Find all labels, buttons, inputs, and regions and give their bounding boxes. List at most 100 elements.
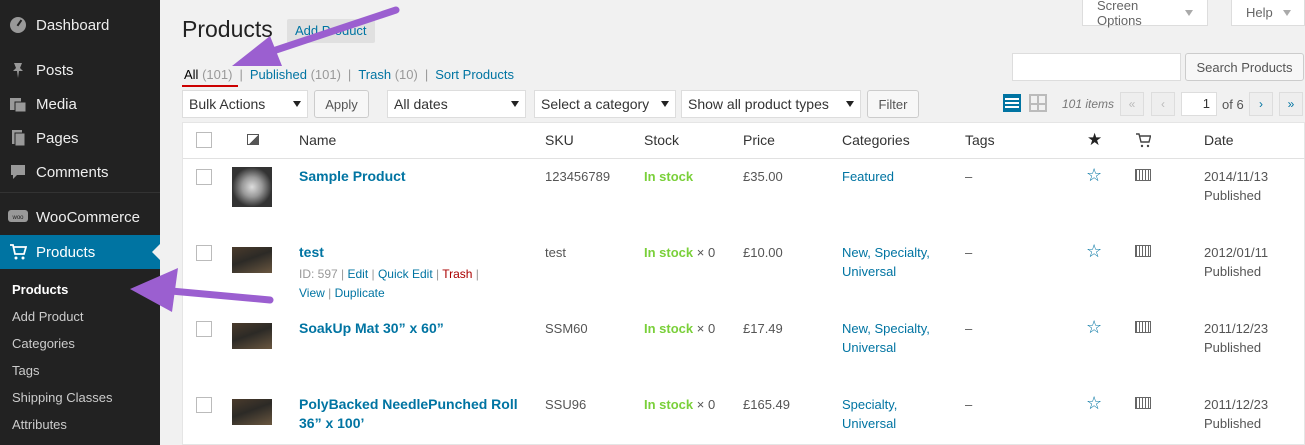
- featured-star-icon[interactable]: ☆: [1086, 317, 1102, 338]
- date-value: 2014/11/13: [1204, 169, 1269, 184]
- filter-published[interactable]: Published: [250, 67, 307, 82]
- date-value: 2011/12/23: [1204, 397, 1269, 412]
- menu-pages[interactable]: Pages: [0, 121, 160, 155]
- stock-status: In stock × 0: [644, 321, 716, 336]
- publish-status: Published: [1204, 340, 1262, 355]
- featured-star-icon[interactable]: ☆: [1086, 241, 1102, 262]
- filter-trash[interactable]: Trash: [358, 67, 391, 82]
- dashboard-icon: [0, 16, 36, 34]
- submenu-attributes[interactable]: Attributes: [12, 417, 67, 432]
- stock-status: In stock × 0: [644, 397, 716, 412]
- product-name-link[interactable]: SoakUp Mat 30” x 60”: [299, 319, 444, 338]
- submenu-shipping-classes[interactable]: Shipping Classes: [12, 390, 112, 405]
- product-name-link[interactable]: test: [299, 243, 324, 262]
- table-row: SoakUp Mat 30” x 60” SSM60 In stock × 0 …: [183, 311, 1305, 387]
- help-tab[interactable]: Help: [1231, 0, 1305, 26]
- product-thumbnail[interactable]: [232, 399, 272, 425]
- quick-edit-link[interactable]: Quick Edit: [378, 267, 433, 281]
- list-view-icon[interactable]: [1003, 94, 1021, 112]
- bulk-actions-select[interactable]: Bulk Actions: [182, 90, 308, 118]
- select-all-checkbox[interactable]: [196, 132, 212, 148]
- featured-star-icon[interactable]: ☆: [1086, 393, 1102, 414]
- screen-options-tab[interactable]: Screen Options: [1082, 0, 1208, 28]
- product-name-link[interactable]: Sample Product: [299, 167, 406, 186]
- column-price[interactable]: Price: [743, 132, 775, 148]
- product-thumbnail[interactable]: [232, 323, 272, 349]
- category-link[interactable]: New, Specialty,: [842, 243, 930, 262]
- status-filter-links: All (101) | Published (101) | Trash (10)…: [184, 67, 514, 82]
- category-link[interactable]: Specialty,: [842, 395, 897, 414]
- row-checkbox[interactable]: [196, 169, 212, 185]
- menu-comments[interactable]: Comments: [0, 155, 160, 189]
- filter-all[interactable]: All: [184, 67, 198, 82]
- admin-sidebar: Dashboard Posts Media Pages Comments woo…: [0, 0, 160, 445]
- submenu-categories[interactable]: Categories: [12, 336, 75, 351]
- category-select[interactable]: Select a category: [534, 90, 676, 118]
- menu-woocommerce[interactable]: woo WooCommerce: [0, 200, 160, 234]
- dates-select[interactable]: All dates: [387, 90, 526, 118]
- apply-button[interactable]: Apply: [314, 90, 369, 118]
- publish-status: Published: [1204, 416, 1262, 431]
- chevron-down-icon: [661, 101, 669, 107]
- category-link[interactable]: Universal: [842, 414, 896, 433]
- featured-column-star-icon[interactable]: ★: [1087, 130, 1102, 150]
- product-type-icon: [1135, 245, 1151, 257]
- cart-icon: [0, 243, 36, 261]
- column-date[interactable]: Date: [1204, 132, 1234, 148]
- excerpt-view-icon[interactable]: [1029, 94, 1047, 112]
- prev-page-button[interactable]: ‹: [1151, 92, 1175, 116]
- stock-status: In stock: [644, 169, 694, 184]
- product-type-select[interactable]: Show all product types: [681, 90, 861, 118]
- search-products-button[interactable]: Search Products: [1185, 53, 1304, 81]
- date-value: 2012/01/11: [1204, 245, 1269, 260]
- stock-status: In stock × 0: [644, 245, 716, 260]
- product-name-link[interactable]: PolyBacked NeedlePunched Roll: [299, 395, 518, 414]
- row-checkbox[interactable]: [196, 397, 212, 413]
- featured-star-icon[interactable]: ☆: [1086, 165, 1102, 186]
- category-link[interactable]: Universal: [842, 262, 896, 281]
- category-link[interactable]: Featured: [842, 167, 894, 186]
- submenu-tags[interactable]: Tags: [12, 363, 39, 378]
- menu-dashboard[interactable]: Dashboard: [0, 8, 160, 42]
- filter-button[interactable]: Filter: [867, 90, 919, 118]
- category-link[interactable]: New, Specialty,: [842, 319, 930, 338]
- chevron-down-icon: [293, 101, 301, 107]
- sku-value: SSU96: [545, 397, 587, 412]
- menu-posts[interactable]: Posts: [0, 53, 160, 87]
- active-caret: [152, 244, 160, 260]
- product-id: ID: 597 |: [299, 267, 345, 281]
- chevron-down-icon: [846, 101, 854, 107]
- current-page-input[interactable]: 1: [1181, 92, 1217, 116]
- woo-icon: woo: [0, 210, 36, 224]
- category-link[interactable]: Universal: [842, 338, 896, 357]
- submenu-products[interactable]: Products: [12, 282, 68, 297]
- image-column-icon: [247, 134, 259, 145]
- duplicate-link[interactable]: Duplicate: [335, 286, 385, 300]
- menu-products[interactable]: Products: [0, 235, 160, 269]
- row-checkbox[interactable]: [196, 245, 212, 261]
- next-page-button[interactable]: ›: [1249, 92, 1273, 116]
- svg-text:woo: woo: [11, 215, 24, 221]
- first-page-button[interactable]: «: [1120, 92, 1144, 116]
- edit-link[interactable]: Edit: [347, 267, 368, 281]
- menu-media[interactable]: Media: [0, 87, 160, 121]
- view-link[interactable]: View: [299, 286, 325, 300]
- search-input[interactable]: [1012, 53, 1181, 81]
- product-type-icon: [1135, 397, 1151, 409]
- product-thumbnail[interactable]: [232, 247, 272, 273]
- submenu-add-product[interactable]: Add Product: [12, 309, 84, 324]
- add-product-button[interactable]: Add Product: [287, 19, 375, 43]
- product-type-icon: [1135, 169, 1151, 181]
- trash-link[interactable]: Trash: [442, 267, 472, 281]
- product-type-cart-icon: [1135, 133, 1152, 151]
- product-name-link[interactable]: 36” x 100’: [299, 414, 364, 433]
- product-thumbnail[interactable]: [232, 167, 272, 207]
- tags-value: –: [965, 321, 973, 336]
- column-name[interactable]: Name: [299, 132, 336, 148]
- last-page-button[interactable]: »: [1279, 92, 1303, 116]
- column-sku[interactable]: SKU: [545, 132, 574, 148]
- price-value: £165.49: [743, 397, 790, 412]
- table-header: Name SKU Stock Price Categories Tags ★ D…: [183, 123, 1305, 159]
- row-checkbox[interactable]: [196, 321, 212, 337]
- sort-products-link[interactable]: Sort Products: [435, 67, 514, 82]
